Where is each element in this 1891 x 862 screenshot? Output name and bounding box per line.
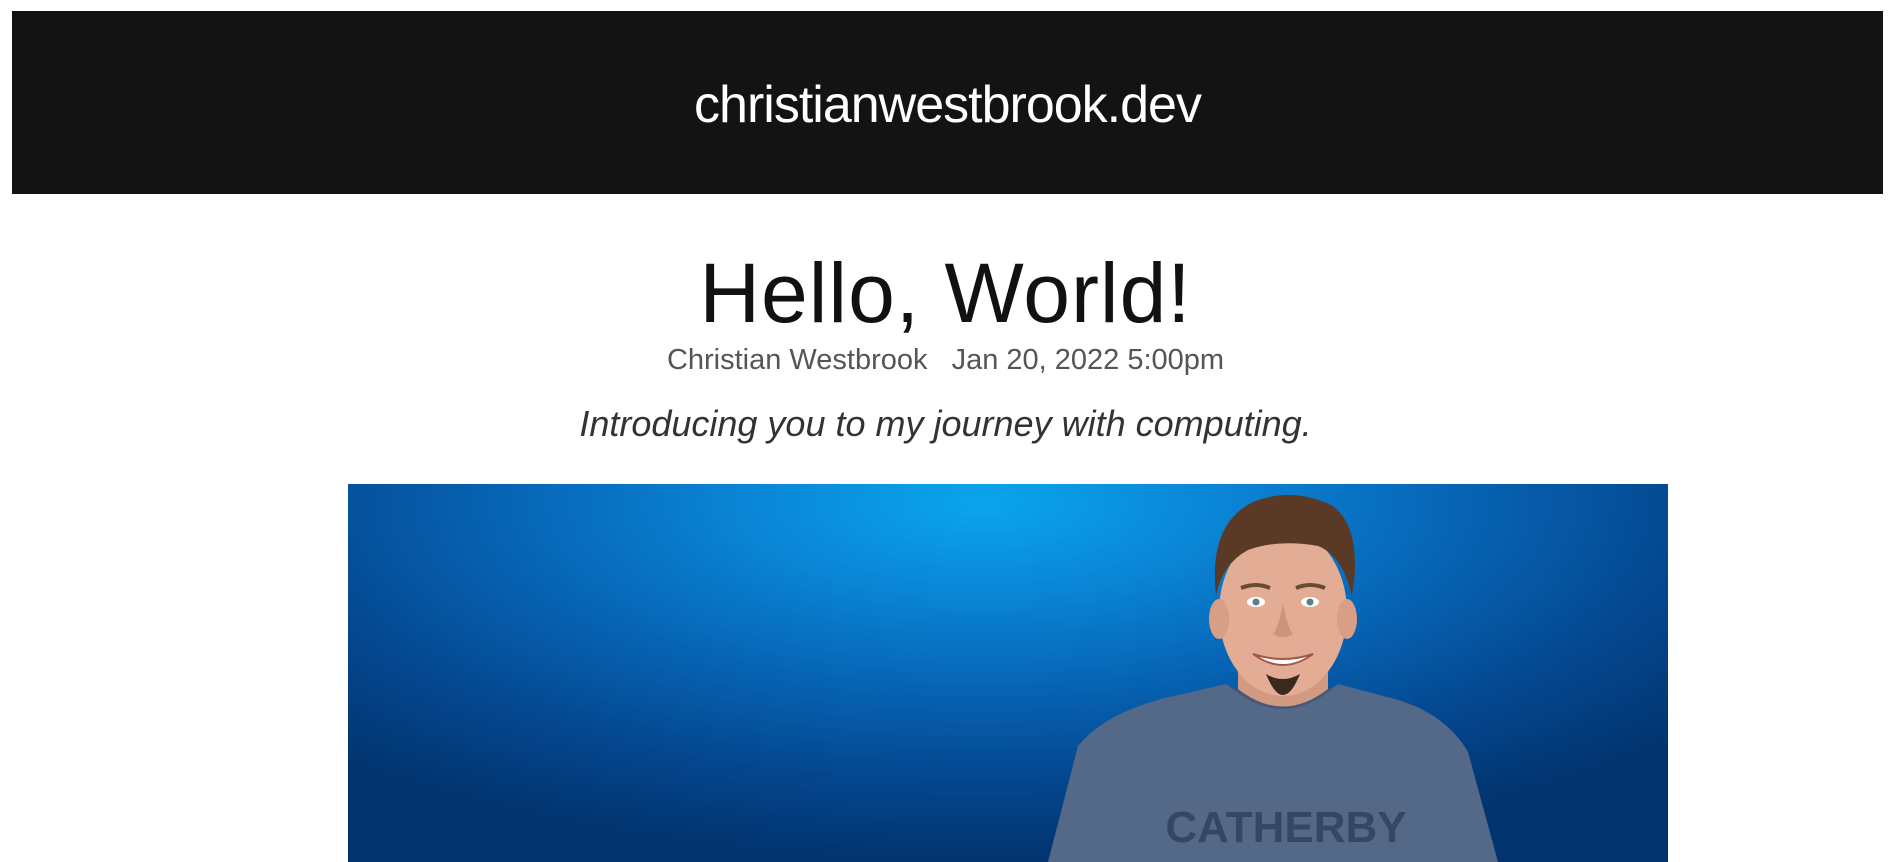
site-header: christianwestbrook.dev bbox=[12, 11, 1883, 194]
post-subtitle: Introducing you to my journey with compu… bbox=[579, 403, 1312, 444]
post-meta: Christian Westbrook Jan 20, 2022 5:00pm bbox=[0, 340, 1891, 380]
hero-image: CATHERBY bbox=[348, 484, 1668, 862]
post-title: Hello, World! bbox=[699, 246, 1192, 340]
shirt-print-text: CATHERBY bbox=[1165, 803, 1406, 852]
site-title-link[interactable]: christianwestbrook.dev bbox=[694, 75, 1202, 135]
post-date: Jan 20, 2022 5:00pm bbox=[951, 344, 1225, 376]
hero-portrait: CATHERBY bbox=[1048, 494, 1498, 862]
post-author: Christian Westbrook bbox=[666, 344, 928, 376]
